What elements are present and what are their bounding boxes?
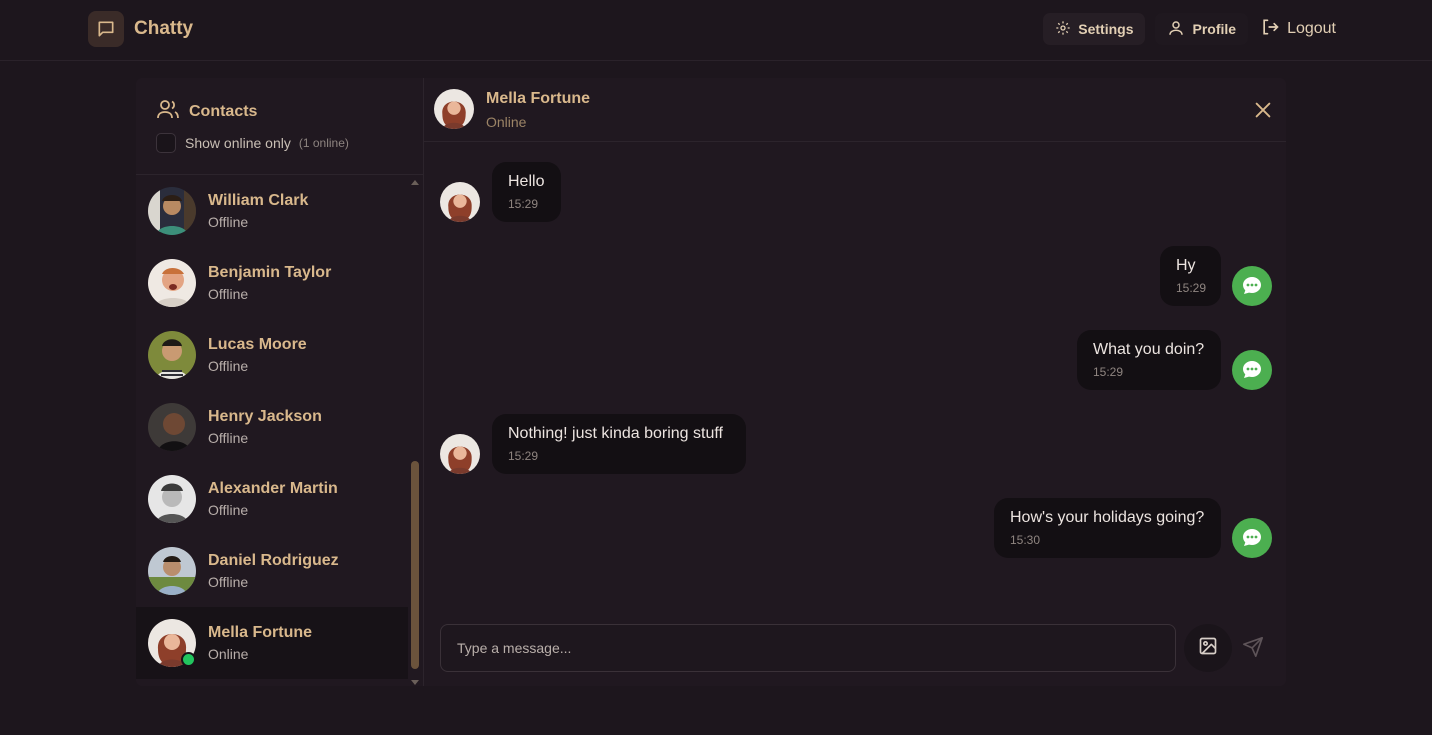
chat-contact-status: Online	[486, 114, 527, 130]
image-icon	[1198, 636, 1218, 661]
chat-contact-name: Mella Fortune	[486, 90, 591, 107]
avatar	[434, 89, 474, 129]
message-time: 15:29	[508, 197, 539, 211]
logout-icon	[1260, 17, 1280, 42]
show-online-checkbox[interactable]	[156, 133, 176, 153]
scroll-up-icon[interactable]	[411, 180, 419, 185]
message-text: What you doin?	[1093, 341, 1205, 358]
contacts-sidebar: Contacts Show online only (1 online) Wil…	[136, 78, 424, 686]
contacts-title: Contacts	[189, 102, 258, 120]
user-icon	[1167, 19, 1185, 40]
contact-status: Offline	[208, 501, 249, 518]
message-bubble: Hello 15:29	[492, 162, 561, 222]
avatar	[148, 331, 196, 379]
contact-status: Offline	[208, 429, 249, 446]
brand-link[interactable]: Chatty	[88, 11, 193, 47]
avatar	[148, 187, 196, 235]
avatar	[148, 259, 196, 307]
contact-name: Benjamin Taylor	[208, 263, 332, 281]
users-icon	[156, 97, 180, 126]
message-time: 15:30	[1010, 533, 1041, 547]
online-filter[interactable]: Show online only (1 online)	[156, 133, 349, 153]
profile-button[interactable]: Profile	[1155, 13, 1249, 45]
chat-panel: Mella Fortune Online Hello 15:29 Hy 15:2…	[424, 78, 1286, 686]
contacts-scrollbar[interactable]	[410, 175, 420, 685]
contact-status: Offline	[208, 213, 249, 230]
message-time: 15:29	[508, 449, 539, 463]
message-composer	[440, 624, 1176, 672]
scroll-down-icon[interactable]	[411, 680, 419, 685]
top-navbar: Chatty Settings Profile Logout	[0, 0, 1432, 61]
avatar	[440, 182, 480, 222]
contact-item[interactable]: Alexander Martin Offline	[136, 463, 408, 535]
settings-button[interactable]: Settings	[1043, 13, 1146, 45]
message-text: Hello	[508, 173, 545, 190]
message-text: How's your holidays going?	[1010, 509, 1205, 526]
contact-item[interactable]: William Clark Offline	[136, 175, 408, 247]
chat-bubble-dots-icon	[1232, 266, 1272, 306]
message-text: Hy	[1176, 257, 1196, 274]
close-icon[interactable]	[1252, 99, 1274, 121]
message-time: 15:29	[1176, 281, 1207, 295]
message-time: 15:29	[1093, 365, 1124, 379]
contact-name: Mella Fortune	[208, 623, 313, 641]
contact-status: Online	[208, 645, 249, 662]
message-square-icon	[88, 11, 124, 47]
contact-list: William Clark Offline Benjamin Taylor Of…	[136, 175, 408, 679]
chat-container: Contacts Show online only (1 online) Wil…	[136, 78, 1286, 686]
contacts-heading: Contacts	[156, 97, 257, 126]
scrollbar-thumb[interactable]	[411, 461, 419, 669]
message-input[interactable]	[440, 624, 1176, 672]
avatar	[148, 403, 196, 451]
online-indicator	[181, 652, 196, 667]
contact-name: Daniel Rodriguez	[208, 551, 339, 569]
avatar	[148, 619, 196, 667]
contact-item[interactable]: Henry Jackson Offline	[136, 391, 408, 463]
app-title: Chatty	[134, 18, 194, 39]
profile-label: Profile	[1192, 21, 1237, 37]
contact-item[interactable]: Daniel Rodriguez Offline	[136, 535, 408, 607]
gear-icon	[1055, 20, 1071, 39]
contact-item[interactable]: Benjamin Taylor Offline	[136, 247, 408, 319]
nav-actions: Settings Profile Logout	[1043, 13, 1336, 45]
contact-status: Offline	[208, 357, 249, 374]
contact-name: Lucas Moore	[208, 335, 307, 353]
send-icon	[1242, 636, 1264, 663]
contact-name: Alexander Martin	[208, 479, 338, 497]
contact-status: Offline	[208, 285, 249, 302]
chat-bubble-dots-icon	[1232, 518, 1272, 558]
contact-item[interactable]: Mella Fortune Online	[136, 607, 408, 679]
chat-header: Mella Fortune Online	[424, 78, 1286, 142]
contact-name: Henry Jackson	[208, 407, 322, 425]
message-bubble: Nothing! just kinda boring stuff 15:29	[492, 414, 746, 474]
avatar	[440, 434, 480, 474]
message-bubble: Hy 15:29	[1160, 246, 1221, 306]
contact-status: Offline	[208, 573, 249, 590]
contact-item[interactable]: Lucas Moore Offline	[136, 319, 408, 391]
attach-image-button[interactable]	[1184, 624, 1232, 672]
chat-bubble-dots-icon	[1232, 350, 1272, 390]
avatar	[148, 475, 196, 523]
send-button[interactable]	[1238, 634, 1268, 664]
settings-label: Settings	[1078, 21, 1134, 37]
message-text: Nothing! just kinda boring stuff	[508, 425, 723, 442]
logout-label: Logout	[1287, 20, 1336, 37]
online-count: (1 online)	[298, 136, 349, 150]
sidebar-header: Contacts Show online only (1 online)	[136, 78, 423, 175]
show-online-label[interactable]: Show online only	[185, 135, 291, 151]
contact-name: William Clark	[208, 191, 309, 209]
message-bubble: How's your holidays going? 15:30	[994, 498, 1221, 558]
avatar	[148, 547, 196, 595]
message-bubble: What you doin? 15:29	[1077, 330, 1221, 390]
logout-button[interactable]: Logout	[1250, 13, 1336, 45]
